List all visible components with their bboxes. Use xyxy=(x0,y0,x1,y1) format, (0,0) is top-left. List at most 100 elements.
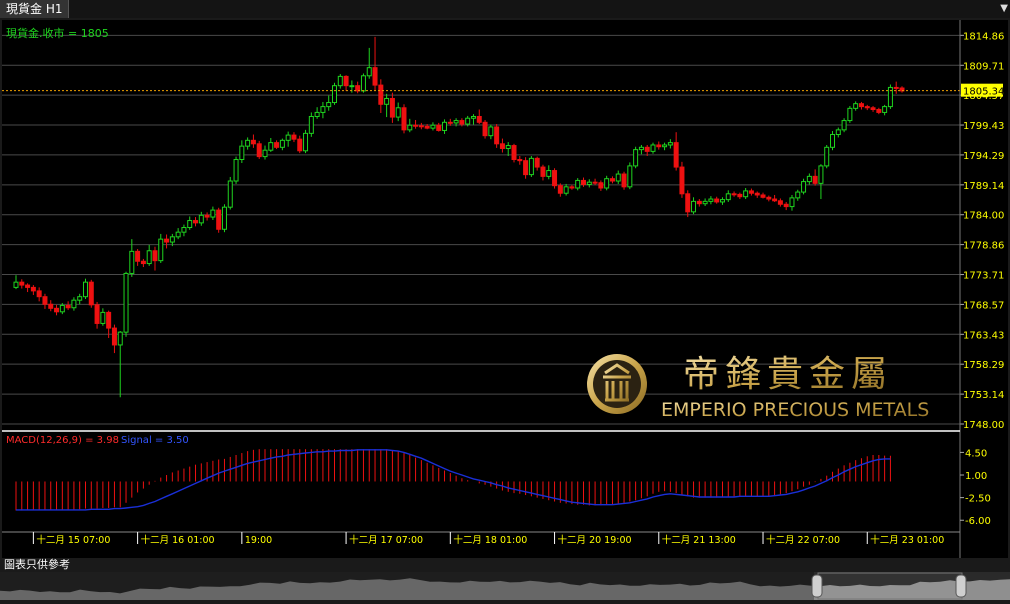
candle-body xyxy=(714,198,720,203)
candle-body xyxy=(789,197,795,208)
candle-body xyxy=(453,120,459,124)
candle-body xyxy=(308,115,314,134)
candle-body xyxy=(198,214,204,224)
candle-body xyxy=(366,67,372,77)
candle-body xyxy=(517,159,523,162)
candle-body xyxy=(326,102,332,108)
candle-body xyxy=(853,103,859,109)
price-tick-label: 1753.14 xyxy=(963,390,1004,401)
time-tick-label: 十二月 15 07:00 xyxy=(36,534,110,546)
candle-body xyxy=(268,142,274,151)
candle-body xyxy=(627,165,633,188)
price-tick-label: 1789.14 xyxy=(963,181,1004,192)
navigator-selected-window[interactable] xyxy=(817,572,963,600)
candle-body xyxy=(135,250,141,262)
candle-body xyxy=(638,146,644,151)
candle-body xyxy=(378,84,384,105)
macd-label: MACD(12,26,9) = 3.98 xyxy=(6,435,119,446)
candle-body xyxy=(146,250,152,265)
candle-body xyxy=(494,126,500,145)
navigator-scrollbar[interactable] xyxy=(0,572,1010,600)
candle-body xyxy=(528,157,534,176)
candle-body xyxy=(870,107,876,111)
window-titlebar: 現貨金 H1 ▼ xyxy=(0,0,1010,18)
candle-body xyxy=(314,111,320,117)
candle-body xyxy=(424,125,430,129)
candle-body xyxy=(129,250,135,274)
candle-body xyxy=(691,200,697,213)
candle-body xyxy=(818,165,824,184)
candle-body xyxy=(772,198,778,202)
candle-body xyxy=(824,146,830,167)
tab-scroll-arrow-icon[interactable]: ▼ xyxy=(1000,0,1008,18)
candle-body xyxy=(187,220,193,229)
candle-body xyxy=(239,145,245,161)
chart-tab[interactable]: 現貨金 H1 xyxy=(0,0,70,18)
candle-body xyxy=(795,191,801,199)
price-tick-label: 1768.57 xyxy=(963,300,1004,311)
candle-body xyxy=(413,124,419,127)
price-tick-label: 1809.71 xyxy=(963,61,1004,72)
candle-body xyxy=(662,144,668,148)
candle-body xyxy=(650,144,656,152)
candle-body xyxy=(511,145,517,161)
candle-body xyxy=(65,304,71,309)
candle-body xyxy=(303,132,309,152)
macd-tick-label: 1.00 xyxy=(965,471,987,482)
candle-body xyxy=(256,143,262,158)
candle-body xyxy=(708,198,714,202)
candle-body xyxy=(777,200,783,205)
candle-body xyxy=(557,185,563,194)
candle-body xyxy=(575,179,581,189)
candle-body xyxy=(204,214,210,218)
candle-body xyxy=(418,125,424,128)
navigator-left-handle[interactable] xyxy=(811,574,823,598)
time-tick-label: 十二月 23 01:00 xyxy=(870,534,944,546)
candle-body xyxy=(581,179,587,186)
candle-body xyxy=(673,142,679,168)
price-tick-label: 1799.43 xyxy=(963,121,1004,132)
candle-body xyxy=(482,121,488,137)
candle-body xyxy=(470,115,476,119)
price-tick-label: 1758.29 xyxy=(963,360,1004,371)
candle-body xyxy=(169,236,175,243)
footer-bar: 圖表只供參考 xyxy=(0,558,1010,572)
candle-body xyxy=(227,180,233,208)
candle-body xyxy=(291,134,297,140)
candle-body xyxy=(245,139,251,147)
candle-body xyxy=(841,120,847,131)
candle-body xyxy=(250,139,256,145)
chart-area[interactable]: 1814.861809.711804.571799.431794.291789.… xyxy=(2,20,1008,558)
candle-body xyxy=(140,260,146,265)
candle-body xyxy=(54,307,60,313)
candle-body xyxy=(465,117,471,125)
candle-body xyxy=(806,175,812,183)
time-tick-label: 十二月 17 07:00 xyxy=(349,534,423,546)
candle-body xyxy=(719,199,725,203)
price-tick-label: 1763.43 xyxy=(963,330,1004,341)
candle-body xyxy=(760,194,766,198)
candle-body xyxy=(30,286,36,292)
candle-body xyxy=(592,181,598,184)
candle-body xyxy=(262,149,268,158)
candle-body xyxy=(36,290,42,298)
candle-body xyxy=(667,142,673,146)
candle-body xyxy=(360,75,366,92)
price-tick-label: 1814.86 xyxy=(963,31,1004,42)
candle-body xyxy=(447,121,453,124)
macd-tick-label: -2.50 xyxy=(965,494,991,505)
candle-body xyxy=(117,331,123,346)
candle-body xyxy=(748,190,754,194)
candle-body xyxy=(395,107,401,118)
candle-body xyxy=(476,115,482,123)
candle-body xyxy=(633,149,639,167)
candle-body xyxy=(731,193,737,196)
candle-body xyxy=(604,178,610,189)
candle-body xyxy=(343,75,349,87)
candle-body xyxy=(725,193,731,201)
candle-body xyxy=(216,209,222,230)
candle-body xyxy=(598,182,604,189)
time-tick-label: 19:00 xyxy=(245,535,272,546)
navigator-right-handle[interactable] xyxy=(955,574,967,598)
candle-body xyxy=(48,303,54,309)
